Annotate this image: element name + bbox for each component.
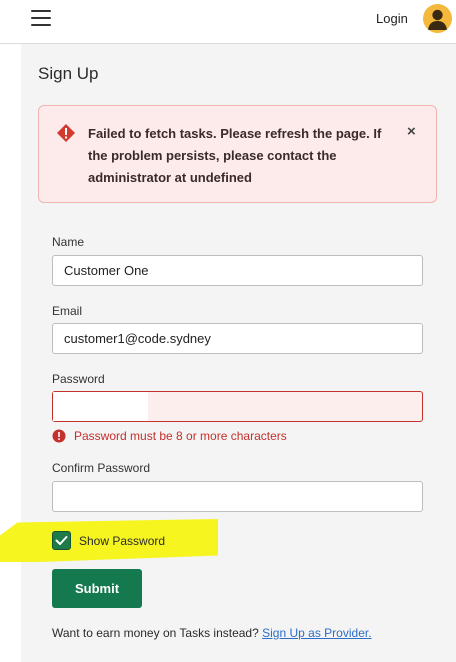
checkmark-icon [55, 536, 68, 545]
sign-up-provider-link[interactable]: Sign Up as Provider. [262, 626, 371, 640]
page-title: Sign Up [38, 64, 99, 83]
submit-button[interactable]: Submit [52, 569, 142, 608]
password-error-text: Password must be 8 or more characters [74, 429, 287, 443]
show-password-label[interactable]: Show Password [79, 534, 165, 548]
error-alert: Failed to fetch tasks. Please refresh th… [38, 105, 437, 203]
login-link[interactable]: Login [376, 11, 408, 26]
top-navbar: Login [0, 0, 456, 44]
provider-prompt: Want to earn money on Tasks instead? Sig… [52, 626, 372, 640]
password-label: Password [52, 372, 105, 386]
close-icon[interactable]: × [407, 123, 421, 141]
confirm-password-input[interactable] [52, 481, 423, 512]
email-label: Email [52, 304, 83, 318]
password-error: Password must be 8 or more characters [52, 428, 287, 444]
page-gutter [0, 44, 21, 662]
email-input[interactable] [52, 323, 423, 354]
error-diamond-icon [56, 123, 76, 143]
show-password-checkbox[interactable] [52, 531, 71, 550]
user-avatar-icon[interactable] [423, 4, 452, 33]
hamburger-menu-icon[interactable] [31, 10, 51, 26]
name-input[interactable] [52, 255, 423, 286]
name-label: Name [52, 235, 85, 249]
provider-prompt-text: Want to earn money on Tasks instead? [52, 626, 259, 640]
password-autofill-area [53, 392, 148, 421]
error-circle-icon [52, 429, 66, 443]
confirm-password-label: Confirm Password [52, 461, 151, 475]
alert-message: Failed to fetch tasks. Please refresh th… [88, 126, 382, 185]
